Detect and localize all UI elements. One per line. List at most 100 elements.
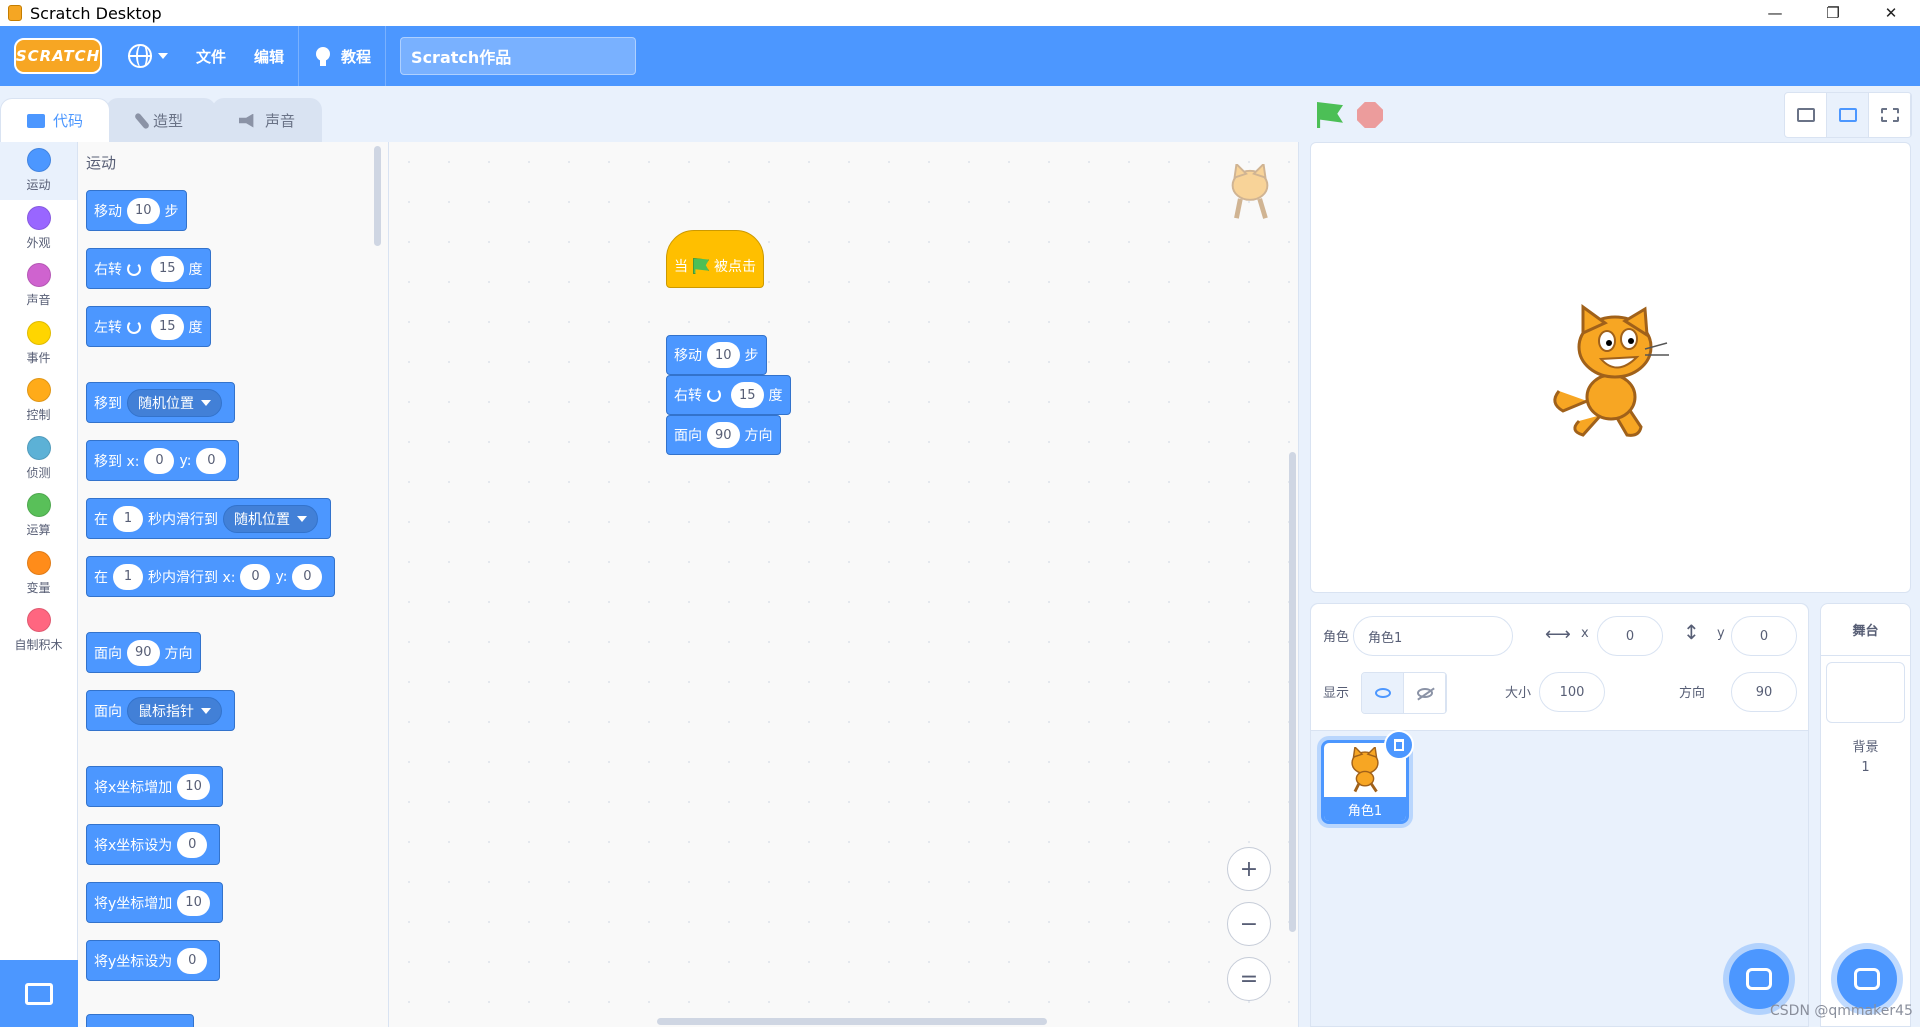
trash-icon — [1394, 739, 1404, 751]
category-sensing[interactable]: 侦测 — [0, 430, 77, 488]
category-events[interactable]: 事件 — [0, 315, 77, 373]
small-stage-button[interactable] — [1785, 93, 1827, 137]
number-input[interactable]: 10 — [177, 889, 210, 916]
stop-button[interactable] — [1357, 102, 1383, 128]
language-menu[interactable] — [114, 26, 182, 86]
close-button[interactable]: ✕ — [1862, 0, 1920, 26]
block-when-flag-clicked[interactable]: 当 被点击 — [666, 230, 764, 288]
maximize-button[interactable]: ❐ — [1804, 0, 1862, 26]
block-move-steps[interactable]: 移动 10 步 — [666, 335, 767, 375]
workspace-vertical-scrollbar[interactable] — [1289, 452, 1296, 932]
block-set-y[interactable]: 将y坐标设为 0 — [86, 940, 221, 981]
direction-input[interactable]: 90 — [1731, 672, 1797, 712]
size-input[interactable]: 100 — [1539, 672, 1605, 712]
sprite-info-panel: 角色 角色1 ⟷ x 0 ↕ y 0 显示 大小 100 方向 90 — [1311, 604, 1808, 731]
number-input[interactable]: 10 — [127, 197, 160, 224]
tab-costumes[interactable]: 造型 — [106, 98, 216, 142]
number-input[interactable]: 0 — [292, 563, 323, 590]
project-title-input[interactable]: Scratch作品 — [400, 37, 637, 75]
category-variables[interactable]: 变量 — [0, 545, 77, 603]
tab-code[interactable]: 代码 — [0, 98, 110, 142]
block-turn-right[interactable]: 右转 15 度 — [86, 248, 211, 289]
block-text: 移动 — [94, 203, 122, 220]
script-workspace[interactable]: 当 被点击 移动 10 步 右转 15 度 面向 90 方向 + − = — [389, 142, 1299, 1027]
tab-sounds[interactable]: 声音 — [212, 98, 322, 142]
dropdown-input[interactable]: 随机位置 — [223, 504, 318, 533]
number-input[interactable]: 0 — [177, 831, 208, 858]
category-my-blocks[interactable]: 自制积木 — [0, 602, 77, 660]
minimize-button[interactable]: — — [1746, 0, 1804, 26]
show-sprite-button[interactable] — [1362, 673, 1404, 713]
stage-canvas[interactable] — [1310, 142, 1911, 593]
zoom-reset-button[interactable]: = — [1227, 957, 1271, 1001]
number-input[interactable]: 15 — [151, 313, 184, 340]
number-input[interactable]: 0 — [240, 563, 271, 590]
number-input[interactable]: 0 — [196, 447, 227, 474]
number-input[interactable]: 10 — [177, 773, 210, 800]
block-point-towards[interactable]: 面向 鼠标指针 — [86, 690, 235, 731]
workspace-horizontal-scrollbar[interactable] — [657, 1018, 1047, 1025]
scratch-logo[interactable]: SCRATCH — [14, 38, 102, 74]
dropdown-input[interactable]: 鼠标指针 — [127, 696, 222, 725]
number-input[interactable]: 0 — [144, 447, 175, 474]
block-text: 度 — [188, 261, 203, 278]
category-dot — [26, 435, 51, 460]
zoom-out-button[interactable]: − — [1227, 902, 1271, 946]
edit-menu[interactable]: 编辑 — [240, 26, 298, 86]
block-change-y[interactable]: 将y坐标增加 10 — [86, 882, 223, 923]
block-go-to[interactable]: 移到 随机位置 — [86, 382, 235, 423]
x-position-input[interactable]: 0 — [1597, 616, 1663, 656]
block-text: 度 — [768, 388, 783, 404]
stage-selector-pane[interactable]: 舞台 背景 1 — [1820, 603, 1911, 1027]
green-flag-button[interactable] — [1317, 102, 1343, 128]
add-backdrop-button[interactable] — [1837, 949, 1897, 1009]
block-turn-left[interactable]: 左转 15 度 — [86, 306, 211, 347]
category-looks[interactable]: 外观 — [0, 200, 77, 258]
palette-scrollbar[interactable] — [374, 146, 381, 246]
category-label: 运算 — [26, 523, 51, 538]
scratch-cat-sprite[interactable] — [1549, 303, 1673, 438]
number-input[interactable]: 15 — [151, 255, 184, 282]
block-point-in-direction[interactable]: 面向 90 方向 — [86, 632, 201, 673]
tab-label: 代码 — [52, 112, 83, 130]
block-partial[interactable] — [86, 1014, 194, 1027]
block-text: 将y坐标设为 — [94, 953, 173, 970]
block-text: 秒内滑行到 x: — [148, 569, 236, 586]
block-move-steps[interactable]: 移动 10 步 — [86, 190, 187, 231]
block-change-x[interactable]: 将x坐标增加 10 — [86, 766, 223, 807]
block-glide-to[interactable]: 在 1 秒内滑行到 随机位置 — [86, 498, 331, 539]
category-sound[interactable]: 声音 — [0, 257, 77, 315]
eye-icon — [1374, 688, 1391, 698]
category-control[interactable]: 控制 — [0, 372, 77, 430]
category-operators[interactable]: 运算 — [0, 487, 77, 545]
backdrop-thumbnail[interactable] — [1826, 662, 1905, 723]
delete-sprite-button[interactable] — [1384, 730, 1414, 760]
block-point-in-direction[interactable]: 面向 90 方向 — [666, 415, 781, 455]
number-input[interactable]: 10 — [707, 342, 740, 368]
dropdown-input[interactable]: 随机位置 — [127, 388, 222, 417]
add-sprite-button[interactable] — [1729, 949, 1789, 1009]
number-input[interactable]: 1 — [113, 563, 143, 590]
block-text: 移到 x: — [94, 453, 140, 470]
category-motion[interactable]: 运动 — [0, 142, 77, 200]
file-menu[interactable]: 文件 — [182, 26, 240, 86]
large-stage-button[interactable] — [1827, 93, 1869, 137]
hide-sprite-button[interactable] — [1404, 673, 1446, 713]
fullscreen-button[interactable] — [1869, 93, 1911, 137]
add-extension-button[interactable] — [0, 960, 78, 1027]
block-turn-right[interactable]: 右转 15 度 — [666, 375, 791, 415]
number-input[interactable]: 90 — [707, 422, 740, 448]
speaker-icon — [238, 113, 254, 128]
number-input[interactable]: 90 — [127, 639, 160, 666]
backdrops-count: 1 — [1861, 760, 1870, 775]
number-input[interactable]: 0 — [177, 947, 208, 974]
zoom-in-button[interactable]: + — [1227, 847, 1271, 891]
block-go-to-xy[interactable]: 移到 x: 0 y: 0 — [86, 440, 240, 481]
number-input[interactable]: 1 — [113, 505, 143, 532]
block-set-x[interactable]: 将x坐标设为 0 — [86, 824, 221, 865]
number-input[interactable]: 15 — [731, 382, 764, 408]
y-position-input[interactable]: 0 — [1731, 616, 1797, 656]
sprite-name-input[interactable]: 角色1 — [1353, 616, 1513, 656]
block-glide-to-xy[interactable]: 在 1 秒内滑行到 x: 0 y: 0 — [86, 556, 336, 597]
tutorials-menu[interactable]: 教程 — [299, 26, 385, 86]
